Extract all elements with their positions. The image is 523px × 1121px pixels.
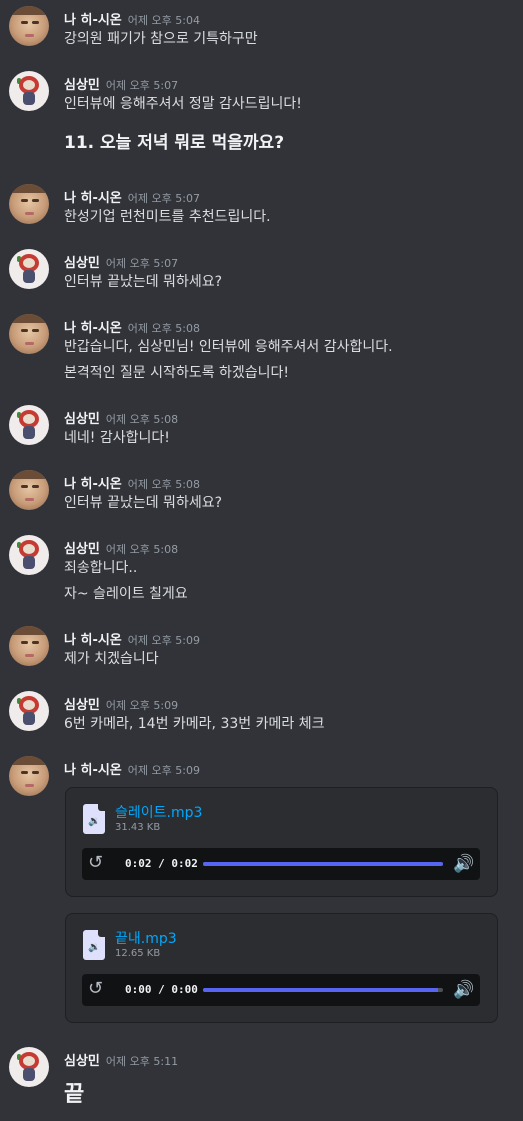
timestamp: 어제 오후 5:04 <box>127 14 200 27</box>
avatar[interactable] <box>9 691 49 731</box>
message-text: 제가 치겠습니다 <box>64 651 159 667</box>
timestamp: 어제 오후 5:07 <box>105 257 179 270</box>
timestamp: 어제 오후 5:08 <box>127 322 200 335</box>
volume-icon[interactable]: 🔊 <box>453 979 474 1001</box>
username[interactable]: 나 히-시온 <box>64 633 122 648</box>
message-header: 나 히-시온 어제 오후 5:07 <box>64 187 200 206</box>
username[interactable]: 나 히-시온 <box>64 477 122 492</box>
username[interactable]: 심상민 <box>64 698 100 713</box>
audio-file-icon: 🔉 <box>83 930 105 960</box>
message-text: 인터뷰 끝났는데 뭐하세요? <box>64 274 223 290</box>
timestamp: 어제 오후 5:08 <box>105 543 179 556</box>
username[interactable]: 심상민 <box>64 542 100 557</box>
timestamp: 어제 오후 5:08 <box>105 413 179 426</box>
replay-icon[interactable]: ↺ <box>88 852 103 874</box>
avatar[interactable] <box>9 314 49 354</box>
attachment-filename-link[interactable]: 끝내.mp3 <box>115 928 177 948</box>
timestamp: 어제 오후 5:08 <box>127 478 200 491</box>
timestamp: 어제 오후 5:09 <box>105 699 179 712</box>
progress-fill <box>203 988 439 992</box>
replay-icon[interactable]: ↺ <box>88 978 103 1000</box>
attachment-size: 31.43 KB <box>115 822 161 833</box>
avatar[interactable] <box>9 184 49 224</box>
username[interactable]: 나 히-시온 <box>64 191 122 206</box>
message-text: 인터뷰 끝났는데 뭐하세요? <box>64 495 223 511</box>
avatar[interactable] <box>9 626 49 666</box>
message-text: 강의원 패기가 참으로 기특하구만 <box>64 31 258 47</box>
username[interactable]: 나 히-시온 <box>64 13 122 28</box>
avatar[interactable] <box>9 756 49 796</box>
progress-slider[interactable] <box>203 862 443 866</box>
username[interactable]: 심상민 <box>64 1054 100 1069</box>
message-text: 자~ 슬레이트 칠게요 <box>64 586 188 602</box>
username[interactable]: 심상민 <box>64 78 100 93</box>
avatar[interactable] <box>9 405 49 445</box>
timestamp: 어제 오후 5:09 <box>127 634 200 647</box>
timestamp: 어제 오후 5:07 <box>127 192 200 205</box>
avatar[interactable] <box>9 470 49 510</box>
audio-file-icon: 🔉 <box>83 804 105 834</box>
message-header: 나 히-시온 어제 오후 5:08 <box>64 317 200 336</box>
message-header: 나 히-시온 어제 오후 5:04 <box>64 9 200 28</box>
message-header: 심상민 어제 오후 5:08 <box>64 538 178 557</box>
audio-player: ↺ 0:02 / 0:02 🔊 <box>82 848 480 880</box>
message-text: 한성기업 런천미트를 추천드립니다. <box>64 209 271 225</box>
attachment-filename-link[interactable]: 슬레이트.mp3 <box>115 802 202 822</box>
avatar[interactable] <box>9 249 49 289</box>
message-text: 6번 카메라, 14번 카메라, 33번 카메라 체크 <box>64 716 325 732</box>
message-header: 나 히-시온 어제 오후 5:09 <box>64 629 200 648</box>
timestamp: 어제 오후 5:11 <box>105 1055 179 1068</box>
message-text: 네네! 감사합니다! <box>64 430 170 446</box>
username[interactable]: 심상민 <box>64 412 100 427</box>
attachment-size: 12.65 KB <box>115 948 161 959</box>
username[interactable]: 나 히-시온 <box>64 321 122 336</box>
avatar[interactable] <box>9 1047 49 1087</box>
progress-fill <box>203 862 443 866</box>
message-header: 심상민 어제 오후 5:07 <box>64 74 178 93</box>
timestamp: 어제 오후 5:07 <box>105 79 179 92</box>
message-header: 심상민 어제 오후 5:07 <box>64 252 178 271</box>
message-header: 나 히-시온 어제 오후 5:08 <box>64 473 200 492</box>
audio-player: ↺ 0:00 / 0:00 🔊 <box>82 974 480 1006</box>
message-text: 반갑습니다, 심상민님! 인터뷰에 응해주셔서 감사합니다. <box>64 339 393 355</box>
message-header: 심상민 어제 오후 5:11 <box>64 1050 178 1069</box>
username[interactable]: 심상민 <box>64 256 100 271</box>
message-header: 심상민 어제 오후 5:08 <box>64 408 178 427</box>
avatar[interactable] <box>9 535 49 575</box>
audio-attachment: 🔉 끝내.mp3 12.65 KB ↺ 0:00 / 0:00 🔊 <box>65 913 498 1023</box>
progress-slider[interactable] <box>203 988 443 992</box>
message-header: 심상민 어제 오후 5:09 <box>64 694 178 713</box>
message-text: 인터뷰에 응해주셔서 정말 감사드립니다! <box>64 96 302 112</box>
message-text: 끝 <box>64 1082 85 1107</box>
message-text: 죄송합니다.. <box>64 560 138 576</box>
message-header: 나 히-시온 어제 오후 5:09 <box>64 759 200 778</box>
playback-time: 0:02 / 0:02 <box>125 857 198 870</box>
playback-time: 0:00 / 0:00 <box>125 983 198 996</box>
audio-attachment: 🔉 슬레이트.mp3 31.43 KB ↺ 0:02 / 0:02 🔊 <box>65 787 498 897</box>
avatar[interactable] <box>9 71 49 111</box>
username[interactable]: 나 히-시온 <box>64 763 122 778</box>
avatar[interactable] <box>9 6 49 46</box>
timestamp: 어제 오후 5:09 <box>127 764 200 777</box>
message-heading: 11. 오늘 저녁 뭐로 먹을까요? <box>64 133 285 153</box>
message-text: 본격적인 질문 시작하도록 하겠습니다! <box>64 365 290 381</box>
volume-icon[interactable]: 🔊 <box>453 853 474 875</box>
